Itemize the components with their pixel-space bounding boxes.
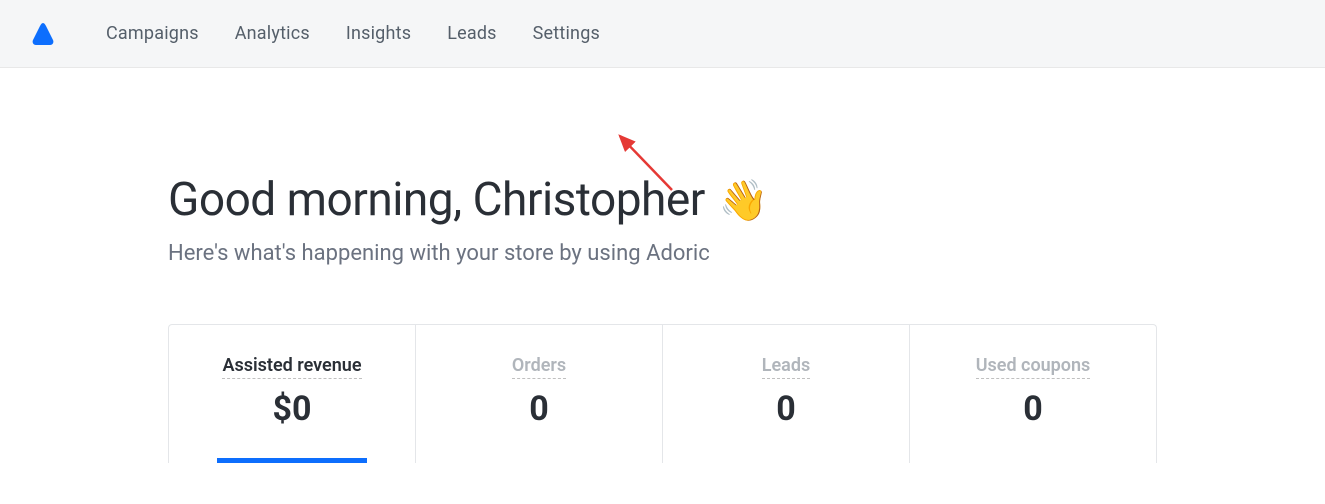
stat-label: Orders xyxy=(512,355,566,379)
active-tab-underline xyxy=(217,458,367,463)
stat-label: Leads xyxy=(762,355,810,379)
nav-settings[interactable]: Settings xyxy=(533,23,600,44)
stat-label: Assisted revenue xyxy=(222,355,361,379)
stat-card-leads[interactable]: Leads 0 xyxy=(663,325,910,463)
stat-value: 0 xyxy=(930,389,1136,429)
wave-icon: 👋 xyxy=(719,177,768,224)
greeting-heading: Good morning, Christopher 👋 xyxy=(168,173,1157,227)
stats-row: Assisted revenue $0 Orders 0 Leads 0 Use… xyxy=(168,324,1157,463)
triangle-logo-icon xyxy=(29,20,57,48)
stat-card-orders[interactable]: Orders 0 xyxy=(416,325,663,463)
main-nav: Campaigns Analytics Insights Leads Setti… xyxy=(106,23,600,44)
brand-logo[interactable] xyxy=(28,19,58,49)
nav-analytics[interactable]: Analytics xyxy=(235,23,310,44)
nav-leads[interactable]: Leads xyxy=(447,23,496,44)
stat-label: Used coupons xyxy=(976,355,1091,379)
greeting-subtitle: Here's what's happening with your store … xyxy=(168,241,1157,266)
greeting-text: Good morning, Christopher xyxy=(168,173,705,227)
topbar: Campaigns Analytics Insights Leads Setti… xyxy=(0,0,1325,68)
stat-value: 0 xyxy=(683,389,889,429)
stat-card-assisted-revenue[interactable]: Assisted revenue $0 xyxy=(169,325,416,463)
stat-value: 0 xyxy=(436,389,642,429)
stat-card-used-coupons[interactable]: Used coupons 0 xyxy=(910,325,1156,463)
main-content: Good morning, Christopher 👋 Here's what'… xyxy=(0,68,1325,463)
nav-insights[interactable]: Insights xyxy=(346,23,411,44)
stat-value: $0 xyxy=(189,389,395,429)
nav-campaigns[interactable]: Campaigns xyxy=(106,23,199,44)
